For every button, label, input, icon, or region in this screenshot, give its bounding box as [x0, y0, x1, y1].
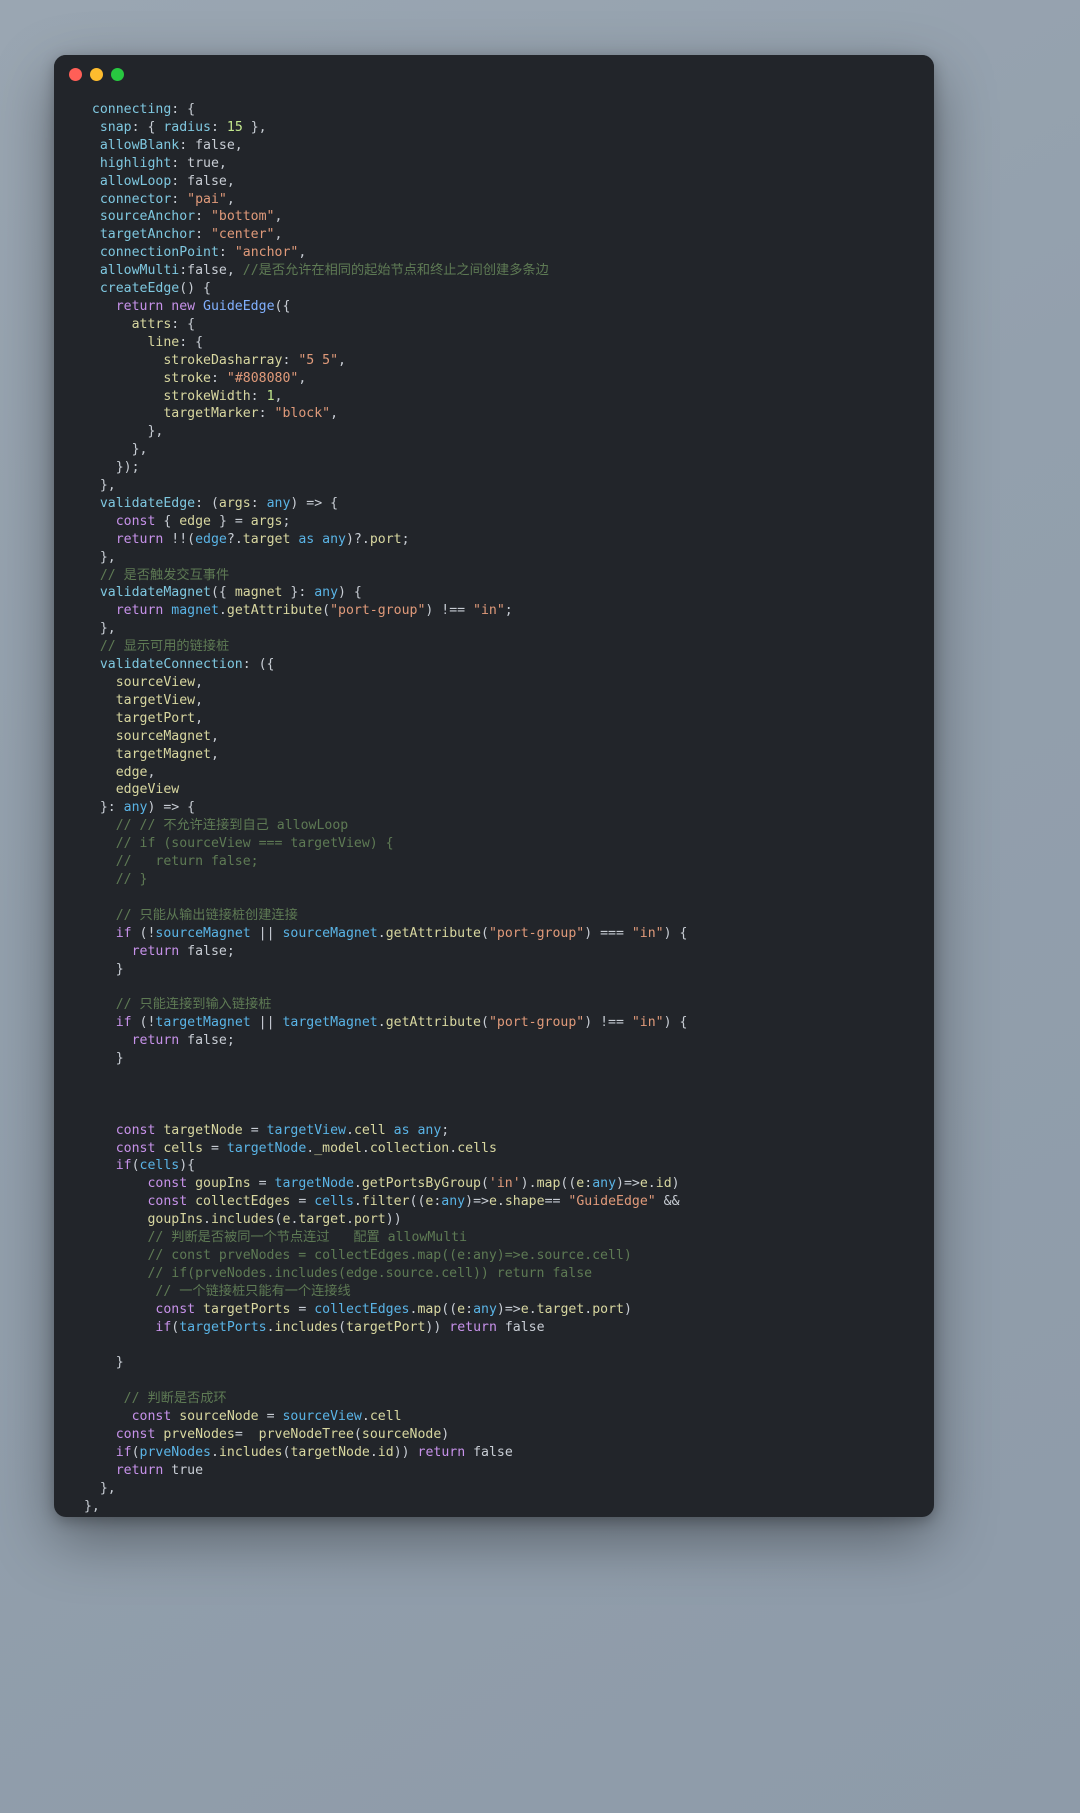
code-editor-window: connecting: { snap: { radius: 15 }, allo…	[54, 55, 934, 1517]
code-block[interactable]: connecting: { snap: { radius: 15 }, allo…	[54, 101, 934, 1516]
close-button[interactable]	[69, 68, 82, 81]
traffic-lights	[69, 68, 124, 81]
zoom-button[interactable]	[111, 68, 124, 81]
minimize-button[interactable]	[90, 68, 103, 81]
code-content-area[interactable]: connecting: { snap: { radius: 15 }, allo…	[54, 95, 934, 1517]
window-titlebar	[54, 55, 934, 95]
